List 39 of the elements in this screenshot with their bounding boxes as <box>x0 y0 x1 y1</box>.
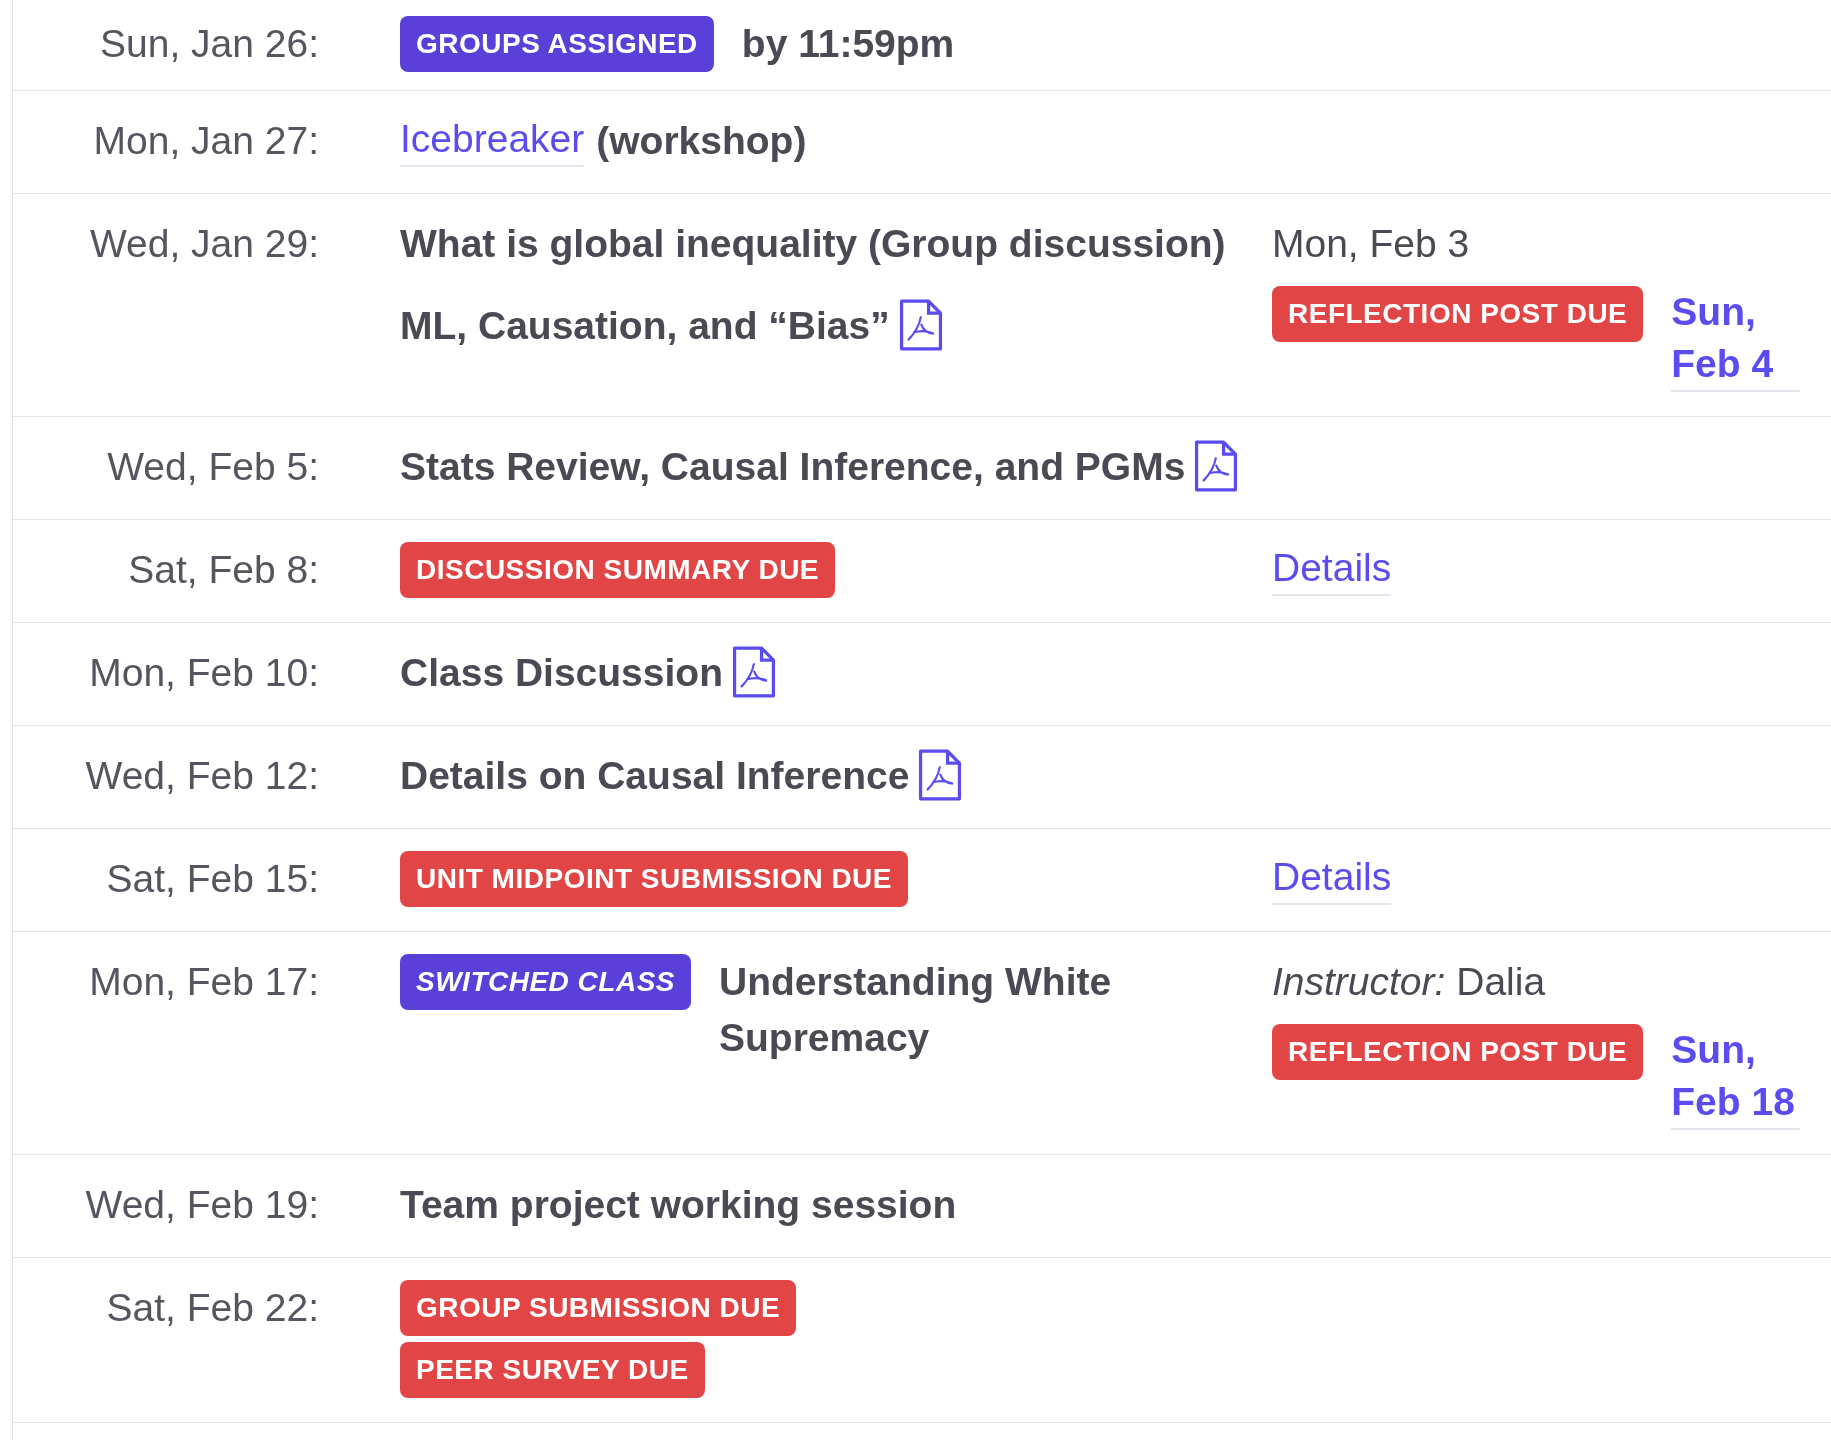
session-title: What is global inequality (Group discussion) <box>400 221 1226 267</box>
date-label: Wed, Jan 29: <box>89 222 319 265</box>
status-badge: DISCUSSION SUMMARY DUE <box>400 542 836 598</box>
date-label: Sat, Feb 22: <box>106 1286 319 1329</box>
pdf-file-icon[interactable] <box>730 645 777 699</box>
status-badge: UNIT MIDPOINT SUBMISSION DUE <box>400 851 908 907</box>
date-label: Mon, Jan 27: <box>93 119 319 162</box>
status-badge: REFLECTION POST DUE <box>1272 1024 1644 1080</box>
session-title: Class Discussion <box>400 650 723 696</box>
pdf-file-icon[interactable] <box>1193 439 1240 493</box>
link[interactable]: Icebreaker <box>400 113 585 167</box>
status-badge: PEER SURVEY DUE <box>400 1342 705 1398</box>
note-text: Instructor: Dalia <box>1272 959 1546 1005</box>
status-badge: GROUP SUBMISSION DUE <box>400 1280 797 1336</box>
date-label: Sat, Feb 8: <box>128 548 319 591</box>
status-badge: GROUPS ASSIGNED <box>400 16 714 72</box>
link[interactable]: Details <box>1272 542 1392 596</box>
pdf-file-icon[interactable] <box>917 748 964 802</box>
date-label: Sun, Jan 26: <box>100 22 319 65</box>
status-badge: REFLECTION POST DUE <box>1272 286 1644 342</box>
date-label: Sat, Feb 15: <box>106 857 319 900</box>
date-label: Wed, Feb 5: <box>107 445 319 488</box>
session-title: Details on Causal Inference <box>400 753 910 799</box>
link[interactable]: Details <box>1272 851 1392 905</box>
session-title: (workshop) <box>596 118 807 164</box>
date-label: Wed, Feb 12: <box>85 754 319 797</box>
session-title: Stats Review, Causal Inference, and PGMs <box>400 444 1186 490</box>
link[interactable]: Sun, Feb 18 <box>1671 1024 1800 1130</box>
session-title: by 11:59pm <box>741 21 955 67</box>
link[interactable]: Sun, Feb 4 <box>1671 286 1800 392</box>
date-label: Mon, Feb 10: <box>89 651 319 694</box>
pdf-file-icon[interactable] <box>897 298 944 352</box>
note-text: Mon, Feb 3 <box>1272 221 1470 267</box>
status-badge: SWITCHED CLASS <box>400 954 691 1010</box>
date-label: Wed, Feb 19: <box>85 1183 319 1226</box>
session-title: Team project working session <box>400 1182 957 1228</box>
session-title: Understanding White Supremacy <box>719 959 1113 1061</box>
date-label: Mon, Feb 17: <box>89 960 319 1003</box>
session-title: ML, Causation, and “Bias” <box>400 303 890 349</box>
